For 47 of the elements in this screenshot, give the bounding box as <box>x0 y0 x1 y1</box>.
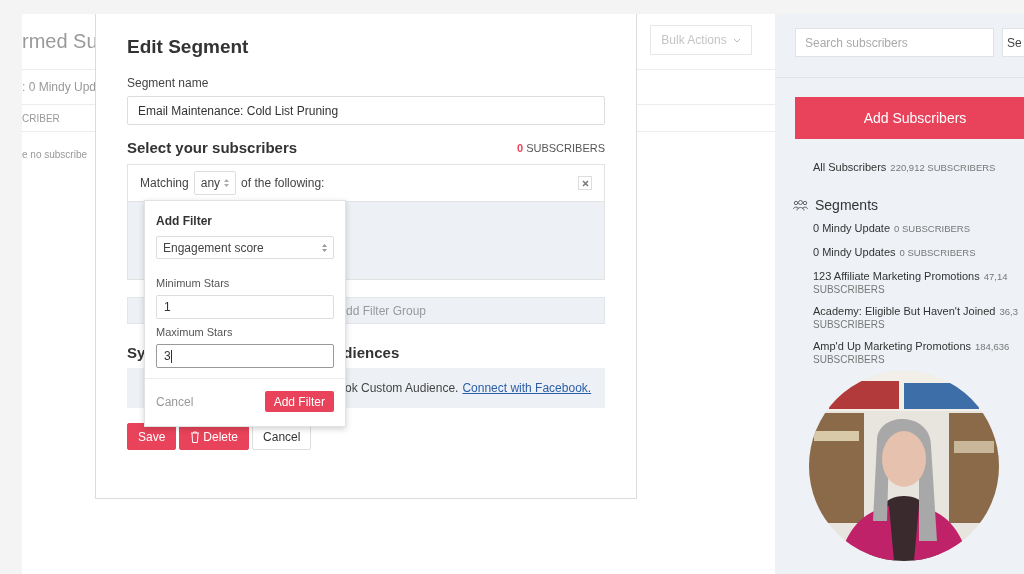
add-filter-button[interactable]: Add Filter <box>264 391 334 412</box>
field-label: Maximum Stars <box>156 326 234 338</box>
popover-title: Add Filter <box>156 214 213 228</box>
minimum-stars-field[interactable]: 1 <box>156 295 334 319</box>
subscriber-count: 0 SUBSCRIBERS <box>516 141 605 154</box>
field-label: Segment name <box>127 76 210 90</box>
matching-label: of the following: <box>241 176 325 190</box>
match-select[interactable]: any <box>193 171 237 195</box>
breadcrumb-text: : 0 Mindy Upd <box>22 80 95 94</box>
close-button[interactable] <box>578 176 592 190</box>
subscriber-count: SUBSCRIBERS <box>813 284 886 295</box>
segments-heading: Segments <box>815 197 879 213</box>
search-button[interactable]: Se <box>1002 28 1024 57</box>
section-heading: Select your subscribers <box>127 139 298 156</box>
info-text: ok Custom Audience. <box>345 381 459 395</box>
save-button[interactable]: Save <box>127 423 177 450</box>
filter-type-select[interactable]: Engagement score <box>156 236 334 259</box>
subscriber-count: 0 SUBSCRIBERS <box>899 247 976 258</box>
empty-message: e no subscribe <box>22 148 88 160</box>
segment-link[interactable]: Amp'd Up Marketing Promotions <box>813 340 971 352</box>
sort-arrows-icon <box>322 243 327 252</box>
subscriber-count: 0 SUBSCRIBERS <box>894 223 971 234</box>
trash-icon <box>190 430 201 443</box>
subscriber-count: 47,14 <box>983 271 1008 282</box>
segment-link[interactable]: 123 Affiliate Marketing Promotions <box>813 270 980 282</box>
maximum-stars-field[interactable]: 3 <box>156 344 334 368</box>
field-label: Minimum Stars <box>156 277 231 289</box>
column-header: CRIBER <box>22 112 60 124</box>
segment-link[interactable]: 0 Mindy Updates <box>813 246 896 258</box>
people-icon <box>793 199 808 211</box>
add-subscribers-button[interactable]: Add Subscribers <box>795 97 1024 139</box>
dialog-title: Edit Segment <box>127 36 250 58</box>
subscriber-count: SUBSCRIBERS <box>813 319 886 330</box>
chevron-down-icon <box>732 37 741 43</box>
close-icon <box>581 179 589 187</box>
subscriber-count: 184,636 <box>975 341 1010 352</box>
sort-arrows-icon <box>224 179 230 187</box>
subscriber-count: 36,3 <box>999 306 1018 317</box>
segment-link[interactable]: 0 Mindy Update <box>813 222 891 234</box>
facebook-link[interactable]: Connect with Facebook. <box>462 381 592 395</box>
segment-link[interactable]: Academy: Eligible But Haven't Joined <box>813 305 996 317</box>
subscriber-count: SUBSCRIBERS <box>813 354 886 365</box>
subscriber-count: 220,912 SUBSCRIBERS <box>890 162 996 173</box>
matching-label: Matching <box>140 176 189 190</box>
segment-name-field[interactable]: Email Maintenance: Cold List Pruning <box>127 96 605 125</box>
section-heading: Sy <box>127 343 146 361</box>
all-subscribers-link[interactable]: All Subscribers <box>813 161 887 173</box>
